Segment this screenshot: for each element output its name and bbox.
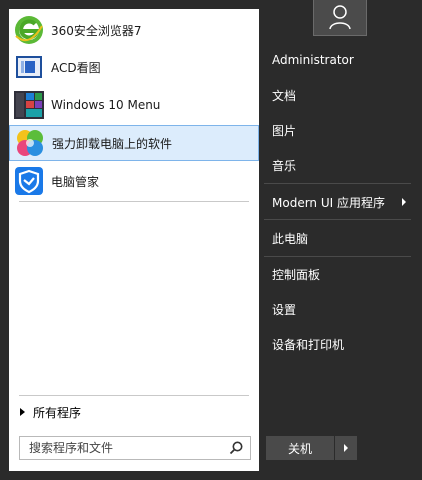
chevron-right-icon	[344, 444, 348, 452]
all-programs-button[interactable]: 所有程序	[19, 402, 249, 422]
user-icon	[329, 5, 351, 30]
search-input[interactable]	[20, 440, 228, 456]
right-menu-administrator[interactable]: Administrator	[264, 45, 414, 75]
program-list-divider	[19, 201, 249, 202]
search-icon[interactable]	[228, 440, 244, 456]
program-label: 360安全浏览器7	[51, 23, 142, 38]
right-menu-label: Administrator	[272, 53, 354, 67]
right-menu-divider	[264, 183, 411, 184]
right-menu-label: 设置	[272, 302, 297, 317]
right-menu-modern-ui-apps[interactable]: Modern UI 应用程序	[264, 187, 414, 217]
right-menu-label: 文档	[272, 88, 297, 103]
right-menu-this-pc[interactable]: 此电脑	[264, 223, 414, 253]
acdsee-icon	[16, 56, 42, 78]
shutdown-options-button[interactable]	[335, 436, 357, 460]
program-label: Windows 10 Menu	[51, 98, 161, 112]
right-menu-settings[interactable]: 设置	[264, 294, 414, 324]
right-menu-divider	[264, 219, 411, 220]
arrow-right-icon	[20, 408, 25, 416]
uninstaller-icon	[17, 130, 43, 156]
right-menu-label: 设备和打印机	[272, 337, 345, 352]
right-menu-divider	[264, 256, 411, 257]
right-menu-label: 控制面板	[272, 267, 321, 282]
right-menu-devices-printers[interactable]: 设备和打印机	[264, 329, 414, 359]
program-list-panel: 360安全浏览器7 ACD看图 Windows 10 Menu 强力卸载电脑上的…	[9, 9, 259, 471]
windows10-menu-icon	[14, 91, 44, 119]
user-avatar[interactable]	[313, 0, 367, 36]
shutdown-label: 关机	[287, 441, 312, 456]
program-item-uninstaller[interactable]: 强力卸载电脑上的软件	[9, 125, 259, 161]
program-item-windows10-menu[interactable]: Windows 10 Menu	[9, 87, 259, 123]
right-menu-label: Modern UI 应用程序	[272, 195, 385, 210]
program-item-pc-manager[interactable]: 电脑管家	[9, 163, 259, 199]
program-label: ACD看图	[51, 60, 101, 75]
right-menu-control-panel[interactable]: 控制面板	[264, 259, 414, 289]
program-item-acdsee[interactable]: ACD看图	[9, 49, 259, 85]
program-item-360-browser[interactable]: 360安全浏览器7	[9, 12, 259, 48]
program-label: 强力卸载电脑上的软件	[52, 136, 173, 151]
right-menu-pictures[interactable]: 图片	[264, 115, 414, 145]
pc-manager-icon	[15, 167, 43, 195]
shutdown-button[interactable]: 关机	[266, 436, 334, 460]
browser-360-icon	[15, 16, 43, 44]
search-box[interactable]	[19, 436, 251, 460]
right-menu-label: 图片	[272, 123, 297, 138]
submenu-arrow-icon	[402, 198, 406, 206]
right-menu-documents[interactable]: 文档	[264, 80, 414, 110]
program-label: 电脑管家	[51, 174, 100, 189]
right-menu-music[interactable]: 音乐	[264, 150, 414, 180]
right-menu-label: 音乐	[272, 158, 297, 173]
all-programs-divider	[19, 395, 249, 396]
right-menu-label: 此电脑	[272, 231, 309, 246]
all-programs-label: 所有程序	[33, 405, 82, 420]
